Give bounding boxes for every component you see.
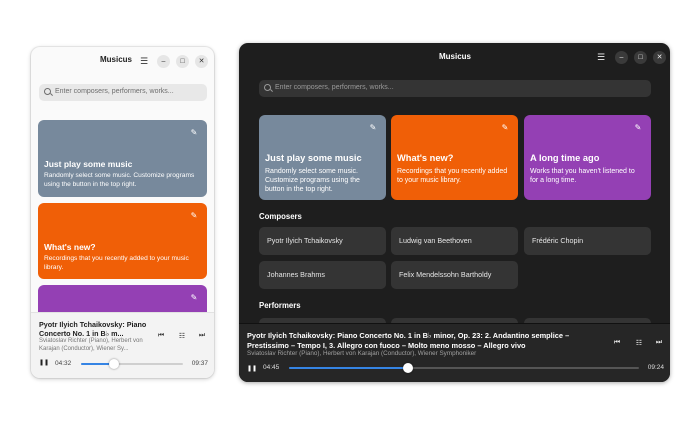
search-placeholder: Enter composers, performers, works... bbox=[275, 84, 394, 91]
section-title-composers: Composers bbox=[259, 212, 302, 221]
next-icon[interactable]: ⏭ bbox=[197, 332, 207, 340]
pause-icon[interactable]: ❚❚ bbox=[39, 359, 49, 366]
composer-item[interactable]: Felix Mendelssohn Bartholdy bbox=[391, 261, 518, 289]
edit-icon[interactable]: ✎ bbox=[368, 123, 378, 133]
card-just-play[interactable]: ✎ Just play some music Randomly select s… bbox=[259, 115, 386, 200]
light-window: Musicus ☰ – □ ✕ Enter composers, perform… bbox=[31, 47, 214, 378]
progress-slider[interactable] bbox=[289, 363, 639, 373]
player-bar: Pyotr Ilyich Tchaikovsky: Piano Concerto… bbox=[239, 323, 670, 382]
playlist-icon[interactable]: ☷ bbox=[177, 332, 187, 340]
card-description: Randomly select some music. Customize pr… bbox=[265, 168, 360, 194]
card-just-play[interactable]: ✎ Just play some music Randomly select s… bbox=[38, 120, 207, 197]
menu-icon[interactable]: ☰ bbox=[596, 52, 606, 62]
card-title: Just play some music bbox=[44, 159, 133, 169]
menu-icon[interactable]: ☰ bbox=[139, 56, 149, 66]
card-title: What's new? bbox=[397, 153, 454, 163]
card-whats-new[interactable]: ✎ What's new? Recordings that you recent… bbox=[38, 203, 207, 279]
next-icon[interactable]: ⏭ bbox=[654, 339, 664, 347]
edit-icon[interactable]: ✎ bbox=[189, 128, 199, 138]
dark-window: Musicus ☰ – □ ✕ Enter composers, perform… bbox=[239, 43, 670, 382]
edit-icon[interactable]: ✎ bbox=[500, 123, 510, 133]
pause-icon[interactable]: ❚❚ bbox=[247, 365, 257, 372]
progress-knob[interactable] bbox=[403, 363, 413, 373]
card-long-time-ago[interactable]: ✎ A long time ago Works that you haven't… bbox=[524, 115, 651, 200]
playlist-icon[interactable]: ☷ bbox=[634, 339, 644, 347]
search-icon bbox=[44, 88, 51, 95]
previous-icon[interactable]: ⏮ bbox=[156, 332, 166, 340]
player-bar: Pyotr Ilyich Tchaikovsky: Piano Concerto… bbox=[31, 312, 214, 378]
card-title: Just play some music bbox=[265, 153, 362, 163]
track-title: Pyotr Ilyich Tchaikovsky: Piano Concerto… bbox=[247, 331, 570, 350]
elapsed-time: 04:45 bbox=[263, 364, 280, 371]
card-title: A long time ago bbox=[530, 153, 600, 163]
composer-item[interactable]: Pyotr Ilyich Tchaikovsky bbox=[259, 227, 386, 255]
edit-icon[interactable]: ✎ bbox=[189, 211, 199, 221]
card-description: Recordings that you recently added to yo… bbox=[397, 168, 508, 185]
card-description: Works that you haven't listened to for a… bbox=[530, 168, 635, 185]
previous-icon[interactable]: ⏮ bbox=[612, 339, 622, 347]
minimize-button[interactable]: – bbox=[157, 55, 170, 68]
track-performers: Sviatoslav Richter (Piano), Herbert von … bbox=[247, 350, 477, 357]
elapsed-time: 04:32 bbox=[55, 360, 72, 367]
search-icon bbox=[264, 84, 271, 91]
window-title: Musicus bbox=[438, 52, 471, 61]
card-description: Randomly select some music. Customize pr… bbox=[44, 172, 195, 188]
composer-item[interactable]: Frédéric Chopin bbox=[524, 227, 651, 255]
close-button[interactable]: ✕ bbox=[653, 51, 666, 64]
progress-slider[interactable] bbox=[81, 359, 183, 369]
progress-fill bbox=[289, 367, 408, 369]
window-title: Musicus bbox=[99, 55, 132, 64]
edit-icon[interactable]: ✎ bbox=[189, 293, 199, 303]
header-bar: Musicus ☰ – □ ✕ bbox=[31, 47, 214, 77]
track-title: Pyotr Ilyich Tchaikovsky: Piano Concerto… bbox=[39, 320, 147, 339]
maximize-button[interactable]: □ bbox=[176, 55, 189, 68]
maximize-button[interactable]: □ bbox=[634, 51, 647, 64]
card-whats-new[interactable]: ✎ What's new? Recordings that you recent… bbox=[391, 115, 518, 200]
progress-knob[interactable] bbox=[108, 359, 119, 369]
card-description: Recordings that you recently added to yo… bbox=[44, 255, 189, 271]
minimize-button[interactable]: – bbox=[615, 51, 628, 64]
edit-icon[interactable]: ✎ bbox=[633, 123, 643, 133]
search-placeholder: Enter composers, performers, works... bbox=[55, 88, 174, 95]
track-performers: Sviatoslav Richter (Piano), Herbert von … bbox=[39, 338, 143, 352]
card-title: What's new? bbox=[44, 242, 96, 252]
total-time: 09:37 bbox=[191, 360, 208, 367]
search-input[interactable]: Enter composers, performers, works... bbox=[39, 84, 207, 101]
composer-item[interactable]: Ludwig van Beethoven bbox=[391, 227, 518, 255]
section-title-performers: Performers bbox=[259, 301, 301, 310]
search-input[interactable]: Enter composers, performers, works... bbox=[259, 80, 651, 97]
close-button[interactable]: ✕ bbox=[195, 55, 208, 68]
total-time: 09:24 bbox=[647, 364, 664, 371]
composer-item[interactable]: Johannes Brahms bbox=[259, 261, 386, 289]
